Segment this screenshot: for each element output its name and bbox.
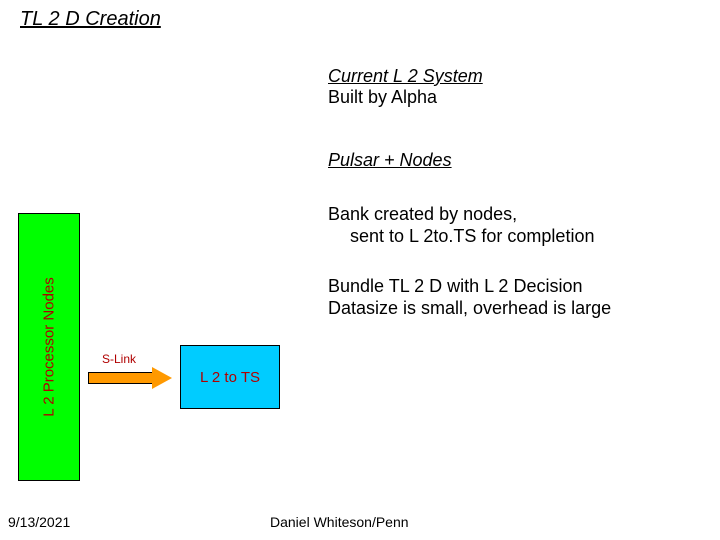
processor-nodes-label: L 2 Processor Nodes [41, 277, 58, 417]
slide-title: TL 2 D Creation [20, 8, 161, 31]
bundle-line2: Datasize is small, overhead is large [328, 298, 611, 320]
bank-line1: Bank created by nodes, [328, 204, 594, 226]
bundle-line1: Bundle TL 2 D with L 2 Decision [328, 276, 611, 298]
section-current: Current L 2 System Built by Alpha [328, 66, 483, 108]
processor-nodes-box: L 2 Processor Nodes [18, 213, 80, 481]
section-bank: Bank created by nodes, sent to L 2to.TS … [328, 204, 594, 247]
section-bundle: Bundle TL 2 D with L 2 Decision Datasize… [328, 276, 611, 319]
bank-line2: sent to L 2to.TS for completion [328, 226, 594, 248]
arrow-icon [88, 367, 173, 389]
current-sub: Built by Alpha [328, 87, 483, 108]
l2ts-box: L 2 to TS [180, 345, 280, 409]
l2ts-label: L 2 to TS [200, 369, 260, 386]
footer-date: 9/13/2021 [8, 514, 70, 530]
footer-author: Daniel Whiteson/Penn [270, 514, 409, 530]
section-pulsar: Pulsar + Nodes [328, 150, 452, 171]
slink-label: S-Link [102, 352, 136, 366]
pulsar-heading: Pulsar + Nodes [328, 150, 452, 171]
current-heading: Current L 2 System [328, 66, 483, 87]
